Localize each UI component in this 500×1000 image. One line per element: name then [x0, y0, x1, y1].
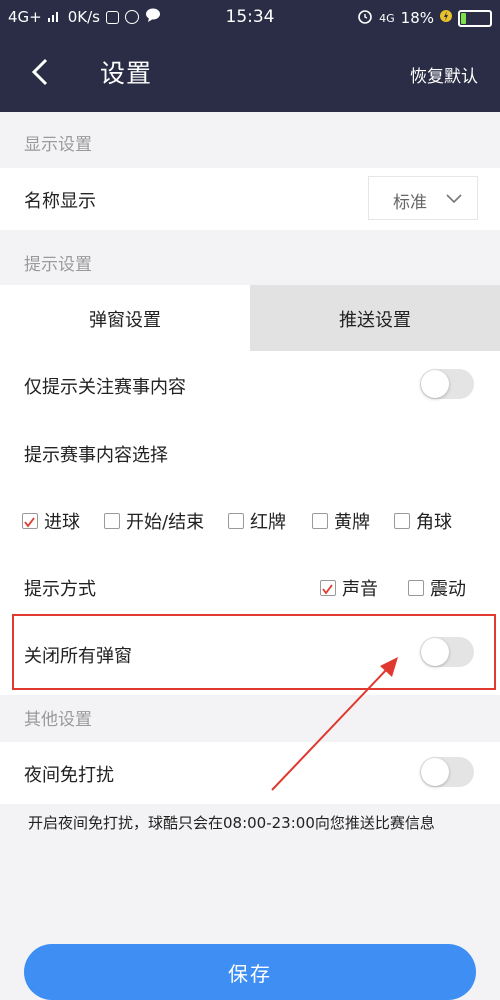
save-button[interactable]: 保存	[24, 944, 476, 1000]
night-mode-row: 夜间免打扰	[0, 742, 500, 804]
notify-settings-section-title: 提示设置	[24, 255, 92, 275]
content-option-goal[interactable]: 进球	[22, 508, 80, 534]
tab-popup-settings[interactable]: 弹窗设置	[0, 285, 250, 351]
only-followed-label: 仅提示关注赛事内容	[24, 377, 186, 398]
popup-settings-panel: 仅提示关注赛事内容 提示赛事内容选择 进球 开始/结束 红牌 黄牌 角球 提示方…	[0, 351, 500, 615]
content-option-label: 角球	[416, 512, 452, 533]
content-option-red-card[interactable]: 红牌	[228, 508, 286, 534]
name-display-label: 名称显示	[24, 191, 96, 212]
toggle-knob	[421, 370, 449, 398]
checkbox-icon	[104, 513, 120, 529]
alarm-icon	[357, 8, 373, 28]
night-mode-note: 开启夜间免打扰，球酷只会在08:00-23:00向您推送比赛信息	[28, 814, 435, 832]
method-label: 震动	[430, 579, 466, 600]
content-option-start-end[interactable]: 开始/结束	[104, 508, 204, 534]
method-label: 声音	[342, 579, 378, 600]
notify-method-label: 提示方式	[24, 579, 96, 600]
toggle-knob	[421, 758, 449, 786]
checkbox-icon	[22, 513, 38, 529]
name-display-select[interactable]: 标准	[368, 176, 478, 220]
app-header: 设置 恢复默认	[0, 34, 500, 112]
status-bar: 4G+ 0K/s 15:34 4G 18%	[0, 0, 500, 34]
checkbox-icon	[320, 580, 336, 596]
checkbox-icon	[228, 513, 244, 529]
content-option-yellow-card[interactable]: 黄牌	[312, 508, 370, 534]
method-sound[interactable]: 声音	[320, 575, 378, 601]
network-right: 4G	[379, 11, 395, 25]
content-option-corner[interactable]: 角球	[394, 508, 452, 534]
chevron-left-icon	[31, 58, 48, 86]
battery-percent: 18%	[400, 9, 434, 27]
notify-tabs: 弹窗设置 推送设置	[0, 285, 500, 351]
charging-icon	[440, 9, 452, 27]
display-settings-section-title: 显示设置	[24, 135, 92, 155]
content-select-label: 提示赛事内容选择	[24, 445, 168, 466]
checkbox-icon	[394, 513, 410, 529]
page-title: 设置	[100, 59, 153, 88]
battery-fill	[461, 12, 467, 24]
other-settings-section-title: 其他设置	[24, 710, 92, 730]
tab-popup-settings-label: 弹窗设置	[89, 310, 161, 331]
content-option-label: 进球	[44, 512, 80, 533]
reset-defaults-button[interactable]: 恢复默认	[410, 62, 478, 87]
content-option-label: 开始/结束	[126, 512, 205, 533]
back-button[interactable]	[22, 52, 62, 92]
content-option-label: 黄牌	[334, 512, 370, 533]
method-vibrate[interactable]: 震动	[408, 575, 466, 601]
night-mode-label: 夜间免打扰	[24, 765, 114, 786]
save-button-label: 保存	[228, 962, 272, 986]
battery-icon	[458, 9, 492, 27]
checkbox-icon	[408, 580, 424, 596]
tab-push-settings[interactable]: 推送设置	[250, 285, 500, 351]
chevron-down-icon	[445, 189, 463, 211]
only-followed-toggle[interactable]	[420, 369, 474, 399]
content-option-label: 红牌	[250, 512, 286, 533]
checkbox-icon	[312, 513, 328, 529]
name-display-value: 标准	[393, 193, 427, 213]
night-mode-toggle[interactable]	[420, 757, 474, 787]
tab-push-settings-label: 推送设置	[339, 310, 411, 331]
highlight-annotation-box	[12, 614, 496, 690]
name-display-row: 名称显示 标准	[0, 168, 500, 230]
